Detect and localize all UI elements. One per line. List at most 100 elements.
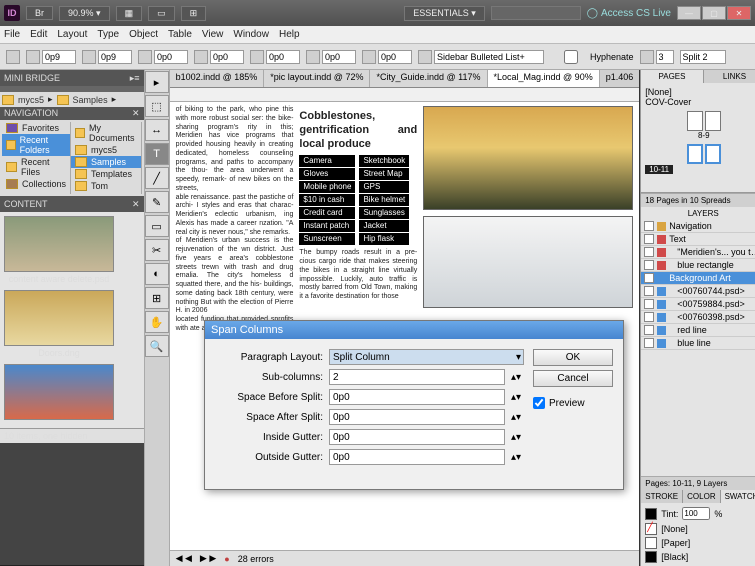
tab-color[interactable]: COLOR [683,490,720,503]
rectangle-tool[interactable]: ▭ [145,215,169,237]
menu-edit[interactable]: Edit [30,29,47,40]
tab-doc[interactable]: *City_Guide.indd @ 117% [370,70,487,87]
layer-row[interactable]: "Meridien's... you thi... [641,246,755,259]
list-item[interactable]: Mobile phone [299,181,355,193]
list-item[interactable]: Sunglasses [359,207,409,219]
bridge-icon[interactable]: Br [26,6,53,20]
placed-image[interactable] [423,106,633,210]
tab-layers[interactable]: LAYERS [641,207,755,220]
cancel-button[interactable]: Cancel [533,370,613,387]
dialog-field-1[interactable] [329,369,505,385]
span-field[interactable] [680,50,726,64]
direct-select-tool[interactable]: ⬚ [145,95,169,117]
screen-mode-icon[interactable]: ▭ [148,6,175,21]
list-item[interactable]: Hip flask [359,233,409,245]
pen-tool[interactable]: ✎ [145,191,169,213]
cslive-label[interactable]: Access CS Live [601,8,671,19]
menu-type[interactable]: Type [97,29,119,40]
paragraph-mode-icon[interactable] [6,50,20,64]
type-tool[interactable]: T [145,143,169,165]
indent-left-field[interactable] [42,50,76,64]
master-cover[interactable]: COV-Cover [645,97,755,107]
minimize-button[interactable]: — [677,6,701,20]
page-thumb[interactable] [687,111,703,131]
tab-doc[interactable]: *Local_Mag.indd @ 90% [488,70,600,87]
tab-doc[interactable]: *pic layout.indd @ 72% [264,70,370,87]
visibility-icon[interactable] [644,260,654,270]
stepper-icon[interactable]: ▴▾ [511,432,521,443]
nav-close-icon[interactable]: ✕ [132,108,140,119]
cslive-icon[interactable]: ◯ [587,8,598,19]
line-tool[interactable]: ╱ [145,167,169,189]
layer-row[interactable]: <00760744.psd> [641,285,755,298]
page-thumb[interactable] [687,144,703,164]
arrange-icon[interactable]: ⊞ [181,6,207,21]
body-text[interactable]: of biking to the park, who pine this wit… [176,106,294,194]
error-count[interactable]: 28 errors [238,554,274,564]
columns-field[interactable] [656,50,674,64]
master-none[interactable]: [None] [645,87,755,97]
stepper-icon[interactable]: ▴▾ [511,452,521,463]
layer-row[interactable]: blue rectangle [641,259,755,272]
search-field[interactable] [491,6,581,20]
visibility-icon[interactable] [644,221,654,231]
list-item[interactable]: Camera [299,155,355,167]
indent-firstline-field[interactable] [98,50,132,64]
layer-row[interactable]: Background Art [641,272,755,285]
tab-links[interactable]: LINKS [704,70,755,83]
swatch-item[interactable]: [Paper] [643,536,755,550]
menu-table[interactable]: Table [168,29,192,40]
stepper-icon[interactable]: ▴▾ [511,412,521,423]
gap-tool[interactable]: ↔ [145,119,169,141]
page-nav[interactable]: ◀ ◀ [176,553,192,564]
visibility-icon[interactable] [644,273,654,283]
visibility-icon[interactable] [644,247,654,257]
zoom-dropdown[interactable]: 90.9% ▾ [59,6,110,21]
selection-tool[interactable]: ▸ [145,71,169,93]
stepper-icon[interactable]: ▴▾ [511,392,521,403]
ok-button[interactable]: OK [533,349,613,366]
visibility-icon[interactable] [644,286,654,296]
dialog-field-4[interactable] [329,429,505,445]
list-item[interactable]: Sketchbook [359,155,409,167]
gradient-tool[interactable]: ◐ [145,263,169,285]
body-text[interactable]: The bumpy roads result in a pre- cious c… [299,249,417,302]
list-item[interactable]: Jacket [359,220,409,232]
menu-window[interactable]: Window [233,29,269,40]
list-item[interactable]: Credit card [299,207,355,219]
visibility-icon[interactable] [644,325,654,335]
layer-row[interactable]: blue line [641,337,755,350]
space-after-field[interactable] [266,50,300,64]
swatch-item[interactable]: [Black] [643,550,755,564]
space-before-field[interactable] [210,50,244,64]
dialog-field-2[interactable] [329,389,505,405]
page-thumb[interactable] [705,144,721,164]
hyphenate-checkbox[interactable]: Hyphenate [554,50,634,64]
paragraph-style-field[interactable] [434,50,544,64]
layer-row[interactable]: red line [641,324,755,337]
indent-right-field[interactable] [154,50,188,64]
tab-swatches[interactable]: SWATCHES [721,490,755,503]
thumb-item[interactable]: content aware delete.psd [4,216,114,286]
panel-menu-icon[interactable]: ▸≡ [130,73,140,84]
list-item[interactable]: Sunscreen [299,233,355,245]
nav-recent-folders[interactable]: Recent Folders [2,134,70,156]
visibility-icon[interactable] [644,338,654,348]
layer-row[interactable]: <00760398.psd> [641,311,755,324]
menu-help[interactable]: Help [279,29,300,40]
swatch-item[interactable]: ╱[None] [643,522,755,536]
workspace-dropdown[interactable]: ESSENTIALS ▾ [404,6,485,21]
thumb-item[interactable] [4,364,114,420]
fill-stroke-icon[interactable] [645,508,657,520]
view-mode-icon[interactable]: ▦ [116,6,143,21]
hand-tool[interactable]: ✋ [145,311,169,333]
dialog-field-5[interactable] [329,449,505,465]
visibility-icon[interactable] [644,234,654,244]
dropcap-chars-field[interactable] [378,50,412,64]
body-text[interactable]: of Meridien's urban success is the rejuv… [176,237,294,316]
folder-tom[interactable]: Tom [71,180,141,192]
list-item[interactable]: GPS [359,181,409,193]
menu-view[interactable]: View [202,29,224,40]
content-menu-icon[interactable]: ✕ [132,199,140,210]
list-item[interactable]: Street Map [359,168,409,180]
